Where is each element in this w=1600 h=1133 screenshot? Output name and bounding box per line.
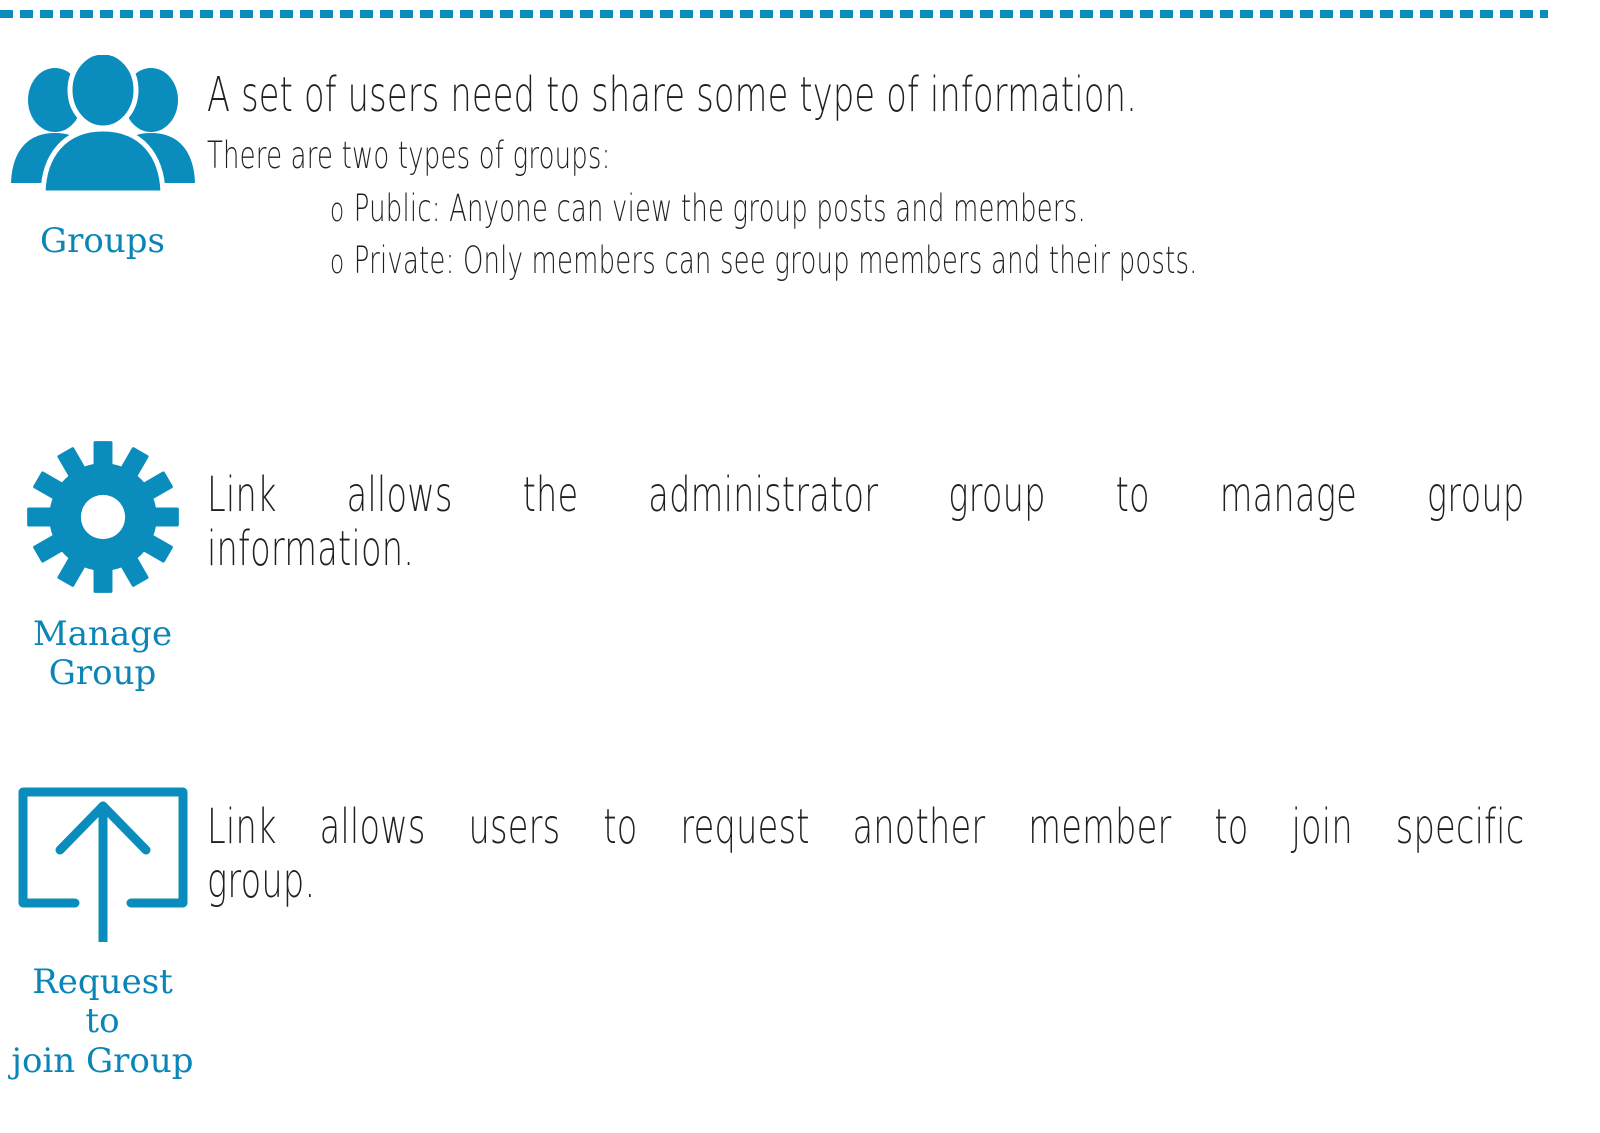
- bullet-marker-icon: o: [330, 242, 345, 282]
- manage-group-caption-label: Manage Group: [32, 614, 173, 694]
- upload-box-arrow-icon: [0, 780, 205, 947]
- paragraph-line: information.: [207, 521, 415, 578]
- top-dashed-divider: [0, 10, 1548, 18]
- list-item-label: Public: Anyone can view the group posts …: [353, 187, 1086, 231]
- manage-group-description: Link allows the administrator group to m…: [207, 467, 1525, 578]
- gear-icon: [0, 438, 205, 601]
- paragraph-line: group.: [207, 853, 316, 910]
- request-join-caption-label: Request to join Group: [11, 962, 194, 1081]
- groups-lead-text: A set of users need to share some type o…: [207, 67, 1138, 123]
- list-item: o Public: Anyone can view the group posts…: [330, 189, 1600, 228]
- paragraph-line: Link allows the administrator group to m…: [207, 467, 1525, 523]
- manage-group-icon-column: Manage Group: [0, 438, 205, 694]
- group-of-users-icon: [0, 49, 205, 210]
- request-join-text-column: Link allows users to request another mem…: [207, 799, 1525, 910]
- manage-group-text-column: Link allows the administrator group to m…: [207, 467, 1525, 578]
- groups-icon-column: Groups: [0, 49, 205, 261]
- request-join-icon-column: Request to join Group: [0, 780, 205, 1081]
- list-item: o Private: Only members can see group mem…: [330, 241, 1600, 280]
- groups-caption-label: Groups: [40, 221, 165, 261]
- list-item-label: Private: Only members can see group memb…: [353, 239, 1198, 283]
- paragraph-line: Link allows users to request another mem…: [207, 799, 1525, 855]
- groups-subtitle-text: There are two types of groups:: [207, 133, 611, 177]
- groups-text-column: A set of users need to share some type o…: [207, 70, 1525, 294]
- bullet-marker-icon: o: [330, 190, 345, 230]
- group-types-list: o Public: Anyone can view the group posts…: [330, 189, 1525, 280]
- request-join-description: Link allows users to request another mem…: [207, 799, 1525, 910]
